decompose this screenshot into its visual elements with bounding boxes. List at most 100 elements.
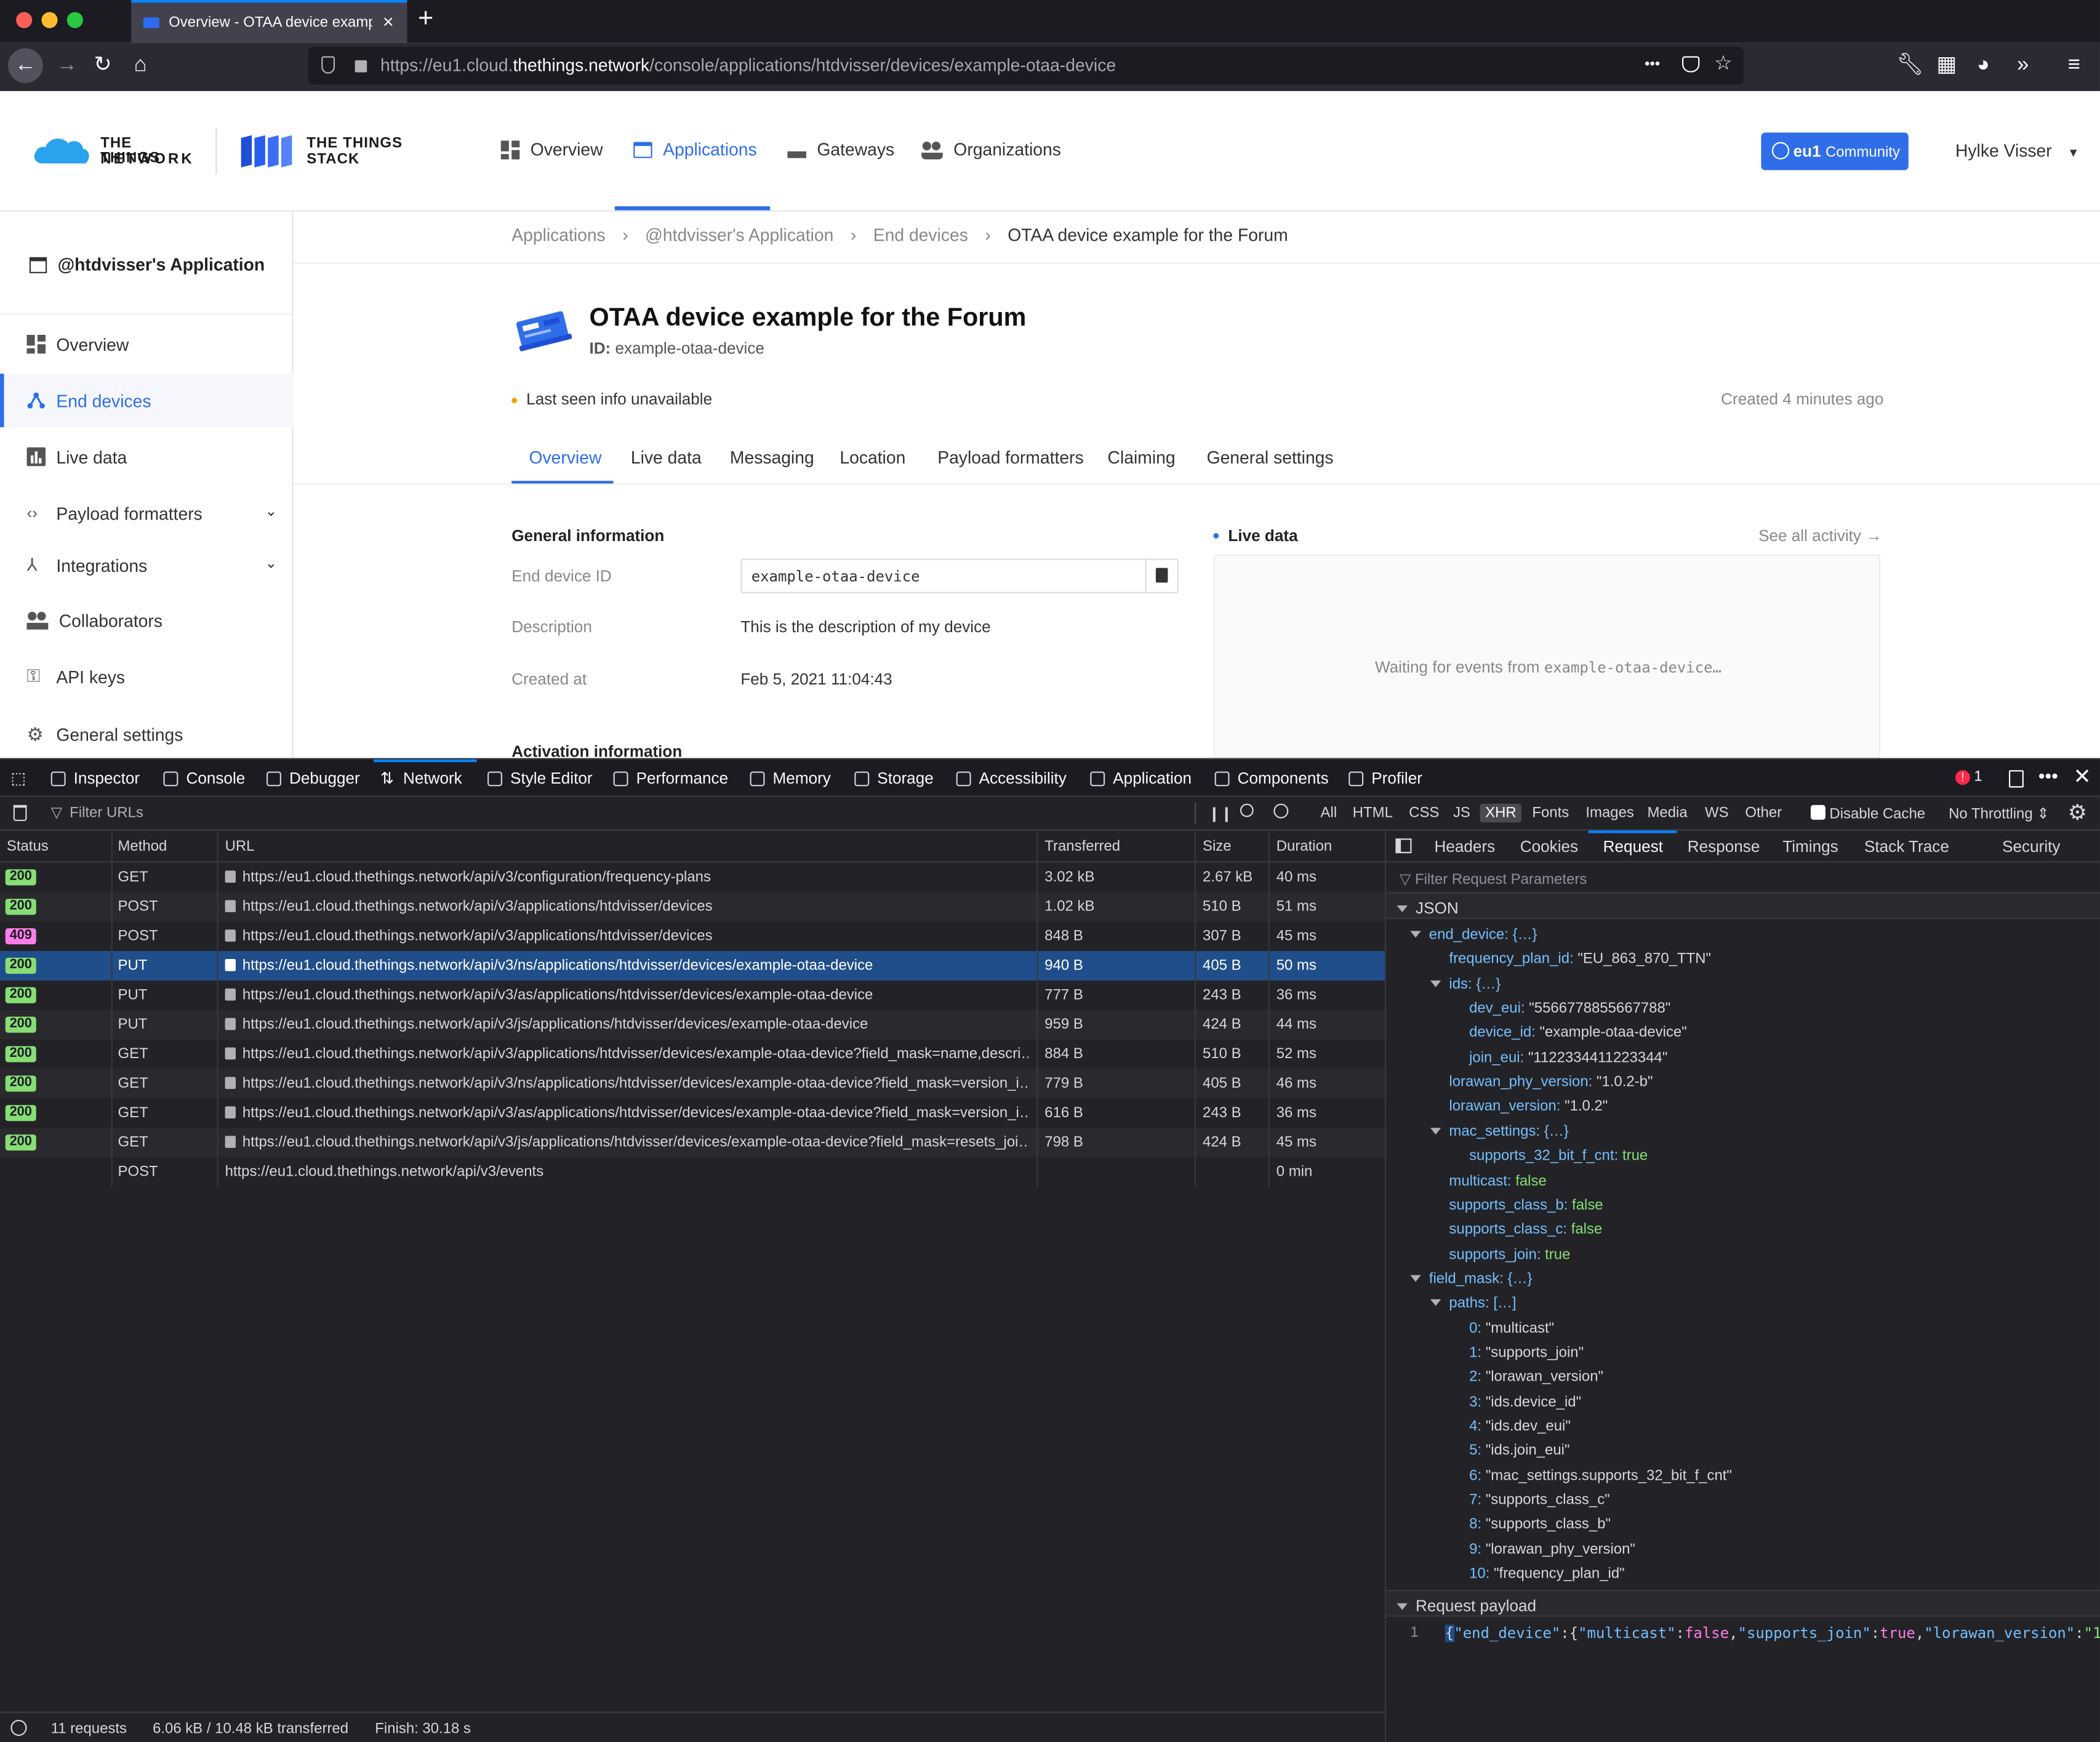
bookmark-star-icon[interactable]: ☆ — [1714, 51, 1732, 75]
sidebar-item-api-keys[interactable]: ⚿ API keys — [0, 649, 294, 703]
column-transferred[interactable]: Transferred — [1044, 838, 1120, 854]
block-icon[interactable] — [1273, 803, 1289, 819]
table-row[interactable]: 200 PUT https://eu1.cloud.thethings.networ… — [0, 1009, 1385, 1040]
devtools-tab-debugger[interactable]: Debugger — [267, 769, 360, 787]
container-icon[interactable]: ◕ — [1977, 52, 1990, 79]
filter-type-js[interactable]: JS — [1448, 804, 1475, 822]
breadcrumb-end-devices[interactable]: End devices — [873, 225, 968, 246]
column-url[interactable]: URL — [225, 838, 255, 854]
minimize-window-button[interactable] — [41, 12, 58, 28]
responsive-mode-icon[interactable] — [2009, 770, 2024, 788]
tab-payload-formatters[interactable]: Payload formatters — [937, 448, 1083, 468]
tab-response[interactable]: Response — [1688, 837, 1760, 856]
column-size[interactable]: Size — [1203, 838, 1232, 854]
table-row[interactable]: 200 GET https://eu1.cloud.thethings.networ… — [0, 862, 1385, 892]
table-row[interactable]: 200 GET https://eu1.cloud.thethings.networ… — [0, 1040, 1385, 1069]
new-tab-button[interactable]: + — [418, 4, 433, 35]
reload-icon[interactable]: ↻ — [94, 52, 111, 79]
filter-type-media[interactable]: Media — [1642, 804, 1693, 822]
filter-type-images[interactable]: Images — [1581, 804, 1640, 822]
sidebar-item-collaborators[interactable]: Collaborators — [0, 593, 294, 647]
error-badge[interactable]: ! 1 — [1955, 769, 1982, 785]
column-status[interactable]: Status — [7, 838, 49, 854]
devtools-tab-components[interactable]: Components — [1214, 769, 1329, 787]
json-row[interactable]: end_device: {…} — [1410, 927, 1537, 943]
end-device-id-field[interactable]: example-otaa-device — [740, 558, 1179, 593]
settings-gear-icon[interactable]: ⚙ — [2068, 800, 2087, 827]
payload-code[interactable]: {"end_device":{"multicast":false,"suppor… — [1445, 1624, 2100, 1642]
tab-overview[interactable]: Overview — [529, 448, 602, 468]
tab-general-settings[interactable]: General settings — [1207, 448, 1334, 468]
devtools-tab-profiler[interactable]: Profiler — [1349, 769, 1422, 787]
tab-claiming[interactable]: Claiming — [1108, 448, 1176, 468]
tab-cookies[interactable]: Cookies — [1520, 837, 1578, 856]
disable-cache-toggle[interactable]: Disable Cache — [1810, 805, 1925, 822]
filter-type-xhr[interactable]: XHR — [1480, 803, 1522, 823]
more-options-icon[interactable]: ••• — [2038, 765, 2058, 786]
close-tab-icon[interactable]: × — [383, 10, 394, 32]
column-method[interactable]: Method — [118, 838, 167, 854]
tab-messaging[interactable]: Messaging — [730, 448, 814, 468]
tab-timings[interactable]: Timings — [1782, 837, 1838, 856]
table-row[interactable]: 200 GET https://eu1.cloud.thethings.networ… — [0, 1128, 1385, 1158]
request-payload-header[interactable]: Request payload — [1386, 1589, 2100, 1617]
filter-urls-input[interactable]: Filter URLs — [70, 805, 143, 821]
nav-gateways[interactable]: Gateways — [787, 139, 894, 159]
filter-type-html[interactable]: HTML — [1347, 804, 1398, 822]
hamburger-menu-icon[interactable]: ≡ — [2068, 52, 2080, 79]
element-picker-icon[interactable]: ⬚ — [10, 769, 26, 787]
table-row[interactable]: POST https://eu1.cloud.thethings.network/… — [0, 1157, 1385, 1187]
devtools-tab-memory[interactable]: Memory — [750, 769, 831, 787]
overflow-menu-icon[interactable]: » — [2017, 52, 2029, 79]
devtools-tab-storage[interactable]: Storage — [854, 769, 934, 787]
breadcrumb-applications[interactable]: Applications — [511, 225, 606, 246]
nav-overview[interactable]: Overview — [500, 139, 603, 159]
pocket-icon[interactable] — [1682, 56, 1700, 73]
page-actions-icon[interactable]: ••• — [1645, 56, 1660, 72]
browser-tab[interactable]: Overview - OTAA device example for the F… — [131, 0, 407, 43]
column-duration[interactable]: Duration — [1276, 838, 1332, 854]
pause-icon[interactable]: ❙❙ — [1208, 805, 1233, 822]
json-row[interactable]: paths: […] — [1430, 1296, 1517, 1312]
search-icon[interactable] — [1240, 803, 1254, 817]
cluster-button[interactable]: eu1 Community — [1761, 132, 1909, 171]
table-row[interactable]: 200 PUT https://eu1.cloud.thethings.networ… — [0, 950, 1385, 981]
filter-type-all[interactable]: All — [1315, 804, 1342, 822]
throttling-select[interactable]: No Throttling ⇕ — [1949, 805, 2049, 822]
close-devtools-icon[interactable]: ✕ — [2073, 763, 2091, 790]
tab-location[interactable]: Location — [840, 448, 905, 468]
filter-type-css[interactable]: CSS — [1403, 804, 1445, 822]
table-row[interactable]: 200 POST https://eu1.cloud.thethings.netwo… — [0, 892, 1385, 922]
json-row[interactable]: mac_settings: {…} — [1430, 1123, 1569, 1139]
sidebar-item-payload-formatters[interactable]: ‹› Payload formatters ⌄ — [0, 486, 294, 540]
sidebar-item-general-settings[interactable]: ⚙ General settings — [0, 707, 294, 761]
back-icon[interactable]: ← — [8, 48, 43, 83]
devtools-tab-style-editor[interactable]: Style Editor — [487, 769, 593, 787]
table-row[interactable]: 200 GET https://eu1.cloud.thethings.networ… — [0, 1069, 1385, 1099]
devtools-tab-performance[interactable]: Performance — [613, 769, 728, 787]
devtools-tab-network[interactable]: ⇅ Network — [380, 769, 462, 787]
maximize-window-button[interactable] — [66, 12, 83, 28]
devtools-tab-console[interactable]: Console — [163, 769, 245, 787]
nav-organizations[interactable]: Organizations — [921, 139, 1061, 159]
forward-icon[interactable]: → — [56, 52, 78, 79]
sidebar-item-integrations[interactable]: ⅄ Integrations ⌄ — [0, 539, 294, 592]
tab-security[interactable]: Security — [2002, 837, 2060, 856]
see-all-activity-link[interactable]: See all activity → — [1758, 526, 1882, 545]
filter-type-ws[interactable]: WS — [1699, 804, 1734, 822]
devtools-tab-inspector[interactable]: Inspector — [50, 769, 140, 787]
table-row[interactable]: 200 PUT https://eu1.cloud.thethings.networ… — [0, 981, 1385, 1010]
tab-stack-trace[interactable]: Stack Trace — [1864, 837, 1949, 856]
filter-type-fonts[interactable]: Fonts — [1527, 804, 1574, 822]
json-row[interactable]: ids: {…} — [1430, 976, 1501, 992]
json-section-header[interactable]: JSON — [1386, 892, 2100, 919]
filter-type-other[interactable]: Other — [1740, 804, 1787, 822]
url-bar[interactable]: https://eu1.cloud.thethings.network/cons… — [308, 47, 1744, 85]
sidebar-toggle-icon[interactable] — [1395, 838, 1412, 854]
sidebar-item-end-devices[interactable]: End devices — [0, 374, 294, 428]
tab-live-data[interactable]: Live data — [631, 448, 702, 468]
table-row[interactable]: 200 GET https://eu1.cloud.thethings.networ… — [0, 1098, 1385, 1128]
devtools-tab-application[interactable]: Application — [1090, 769, 1192, 787]
filter-request-params-input[interactable]: ▽ Filter Request Parameters — [1400, 870, 1587, 888]
json-row[interactable]: field_mask: {…} — [1410, 1271, 1532, 1287]
